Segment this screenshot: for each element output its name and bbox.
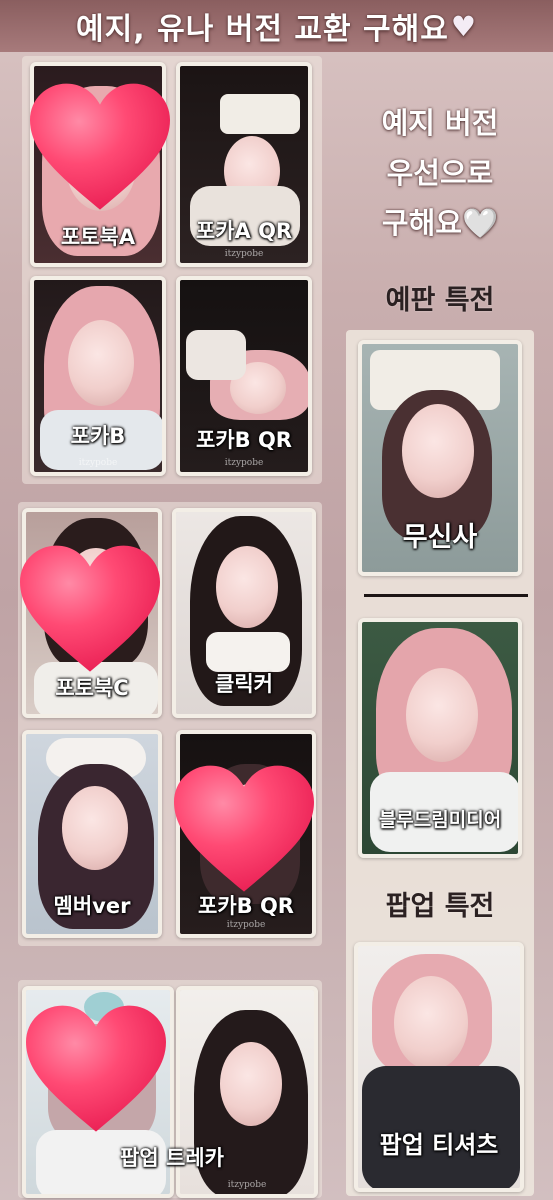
card-label: 클릭커 [215,672,273,696]
white-heart-icon: ♥ [450,9,477,43]
label-overlay-popup-trading-card: 팝업 트레카 [120,1146,224,1170]
section-heading-presale: 예판 특전 [385,285,495,316]
card-label: 포카B [70,424,126,448]
section-divider [364,594,528,597]
priority-note-line: 우선으로 [386,156,494,190]
priority-note-line: 구해요🤍 [381,206,499,240]
photocard-member-ver[interactable]: 멤버ver [22,730,162,938]
priority-note: 예지 버전 우선으로 구해요🤍 [340,98,540,248]
card-label: 포카A QR [195,219,293,243]
label-overlay-pocka-b-qr: 포카B QR [198,894,294,918]
title-text: 예지, 유나 버전 교환 구해요 [76,12,449,47]
card-label: 포카B QR [196,428,292,452]
card-label: 블루드림미디어 [378,809,502,831]
page-title: 예지, 유나 버전 교환 구해요 ♥ [0,0,553,52]
photocard-clicker[interactable]: 클릭커 [172,508,316,718]
photocard-pocka-a-qr[interactable]: 포카A QR itzypobe [176,62,312,267]
photocard-pocka-b-qr[interactable]: 포카B QR itzypobe [176,276,312,476]
benefit-card-popup-tshirt[interactable]: 팝업 티셔츠 [354,942,524,1192]
section-heading-popup: 팝업 특전 [385,891,495,922]
card-label: 팝업 티셔츠 [379,1131,499,1159]
label-overlay-photobook-a: 포토북A [60,225,136,249]
priority-note-line: 예지 버전 [381,106,499,140]
benefit-card-musinsa[interactable]: 무신사 [358,340,522,576]
benefit-card-bluedream-media[interactable]: 블루드림미디어 [358,618,522,858]
card-label: 무신사 [402,522,478,553]
label-overlay-photobook-c: 포토북C [55,676,129,700]
photocard-pocka-b[interactable]: 포카B itzypobe [30,276,166,476]
card-label: 멤버ver [53,894,131,918]
